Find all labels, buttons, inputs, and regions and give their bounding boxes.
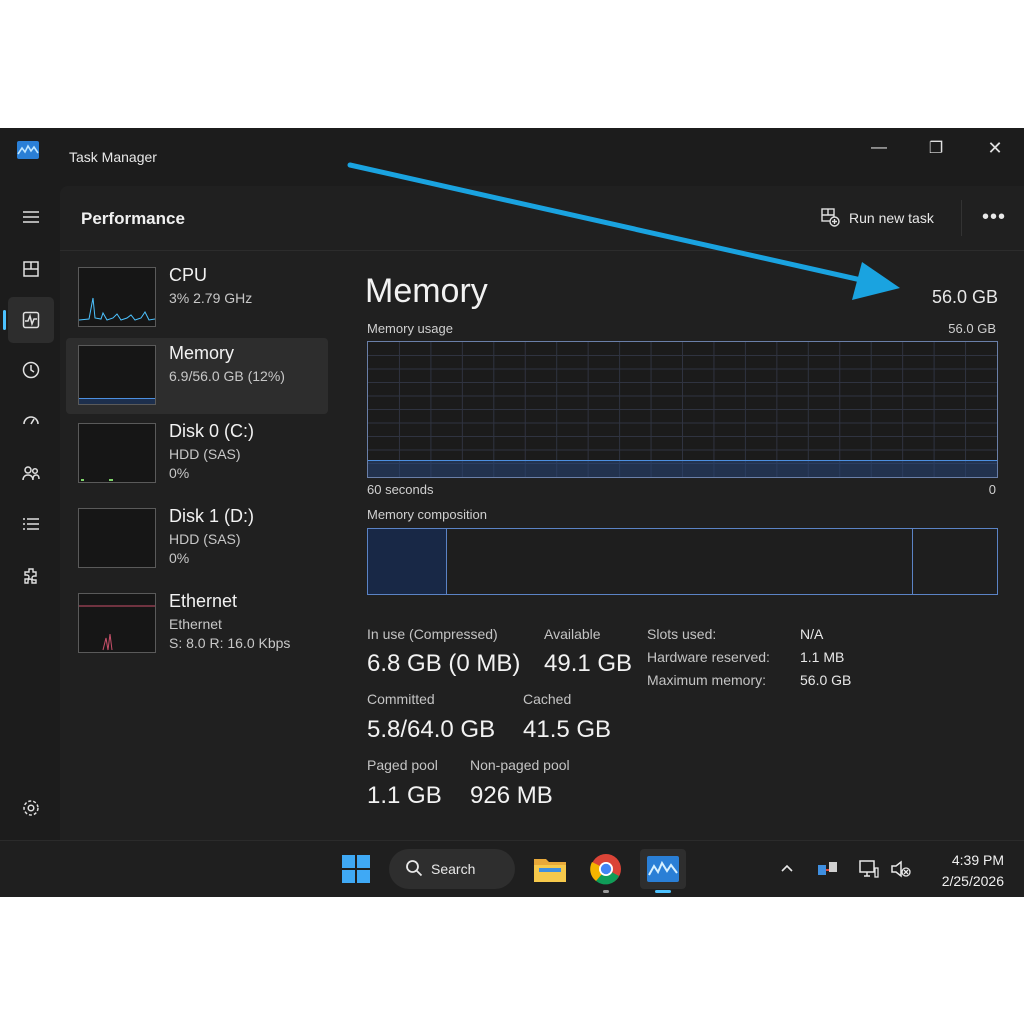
show-hidden-icons-icon[interactable] [773, 855, 801, 883]
taskbar-search[interactable]: Search [389, 849, 515, 889]
running-indicator [603, 890, 609, 893]
file-explorer-icon[interactable] [530, 849, 570, 889]
clock-date[interactable]: 2/25/2026 [920, 873, 1004, 889]
network-icon[interactable] [855, 855, 883, 883]
chrome-icon[interactable] [586, 849, 626, 889]
volume-muted-icon[interactable] [887, 855, 915, 883]
search-label: Search [431, 861, 476, 877]
network-app-tray-icon[interactable] [814, 855, 842, 883]
active-app-indicator [655, 890, 671, 893]
windows-logo-icon [342, 855, 370, 883]
search-icon [405, 859, 423, 880]
clock-time[interactable]: 4:39 PM [920, 852, 1004, 868]
task-manager-taskbar-icon[interactable] [640, 849, 686, 889]
taskbar: Search 4:39 PM 2/25/2026 [0, 840, 1024, 897]
start-button[interactable] [336, 849, 376, 889]
